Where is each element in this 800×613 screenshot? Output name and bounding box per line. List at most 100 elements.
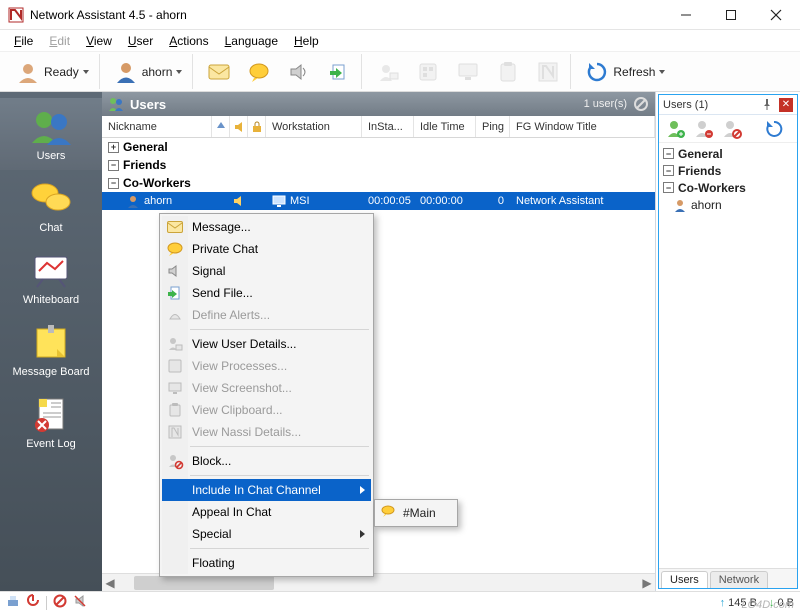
- sb-icon-3[interactable]: [53, 594, 67, 611]
- cm-label: Private Chat: [192, 242, 258, 256]
- tb-clipboard-button[interactable]: [490, 57, 526, 87]
- group-coworkers[interactable]: − Co-Workers: [102, 174, 655, 192]
- cm-private-chat[interactable]: Private Chat: [162, 238, 371, 260]
- submenu-main[interactable]: #Main: [377, 502, 455, 524]
- cm-view-user-details[interactable]: View User Details...: [162, 333, 371, 355]
- envelope-icon: [207, 60, 231, 84]
- nav-whiteboard[interactable]: Whiteboard: [0, 242, 102, 314]
- side-group-label: Co-Workers: [678, 181, 746, 195]
- nav-users[interactable]: Users: [0, 98, 102, 170]
- col-lock-icon[interactable]: [248, 116, 266, 137]
- expand-plus-icon[interactable]: +: [108, 142, 119, 153]
- col-signal-icon[interactable]: [230, 116, 248, 137]
- cell-idle: 00:00:00: [414, 195, 476, 207]
- monitor-icon: [167, 380, 183, 396]
- users-column-header: Nickname Workstation InSta... Idle Time …: [102, 116, 655, 138]
- side-panel-close-button[interactable]: ✕: [779, 98, 793, 112]
- side-refresh-button[interactable]: [763, 118, 785, 140]
- cm-label: Define Alerts...: [192, 308, 270, 322]
- cm-define-alerts: Define Alerts...: [162, 304, 371, 326]
- cm-floating[interactable]: Floating: [162, 552, 371, 574]
- chat-bubble-icon: [167, 241, 183, 257]
- collapse-minus-icon[interactable]: −: [663, 148, 674, 159]
- cm-appeal[interactable]: Appeal In Chat: [162, 501, 371, 523]
- menu-view[interactable]: View: [80, 32, 118, 50]
- tb-signal-button[interactable]: [281, 57, 317, 87]
- col-sort-icon[interactable]: [212, 116, 230, 137]
- tb-nassi-button[interactable]: [530, 57, 566, 87]
- col-ping[interactable]: Ping: [476, 116, 510, 137]
- window-minimize-button[interactable]: [663, 0, 708, 30]
- tab-users[interactable]: Users: [661, 571, 708, 588]
- menu-edit[interactable]: Edit: [43, 32, 76, 50]
- menu-file[interactable]: File: [8, 32, 39, 50]
- col-workstation[interactable]: Workstation: [266, 116, 362, 137]
- side-remove-user-button[interactable]: [693, 118, 715, 140]
- cm-message[interactable]: Message...: [162, 216, 371, 238]
- tb-screenshot-button[interactable]: [450, 57, 486, 87]
- side-block-user-button[interactable]: [721, 118, 743, 140]
- menu-user[interactable]: User: [122, 32, 159, 50]
- user-dropdown[interactable]: ahorn: [108, 57, 189, 87]
- blocked-icon[interactable]: [633, 96, 649, 112]
- collapse-minus-icon[interactable]: −: [663, 182, 674, 193]
- status-dropdown[interactable]: Ready: [10, 57, 95, 87]
- collapse-minus-icon[interactable]: −: [108, 178, 119, 189]
- chat-bubbles-icon: [29, 180, 73, 218]
- col-nickname[interactable]: Nickname: [102, 116, 212, 137]
- scroll-right-icon[interactable]: ▶: [639, 575, 655, 591]
- submenu-arrow-icon: [360, 486, 365, 494]
- sb-icon-1[interactable]: [6, 594, 20, 611]
- menu-actions[interactable]: Actions: [163, 32, 214, 50]
- send-file-icon: [327, 60, 351, 84]
- nav-chat[interactable]: Chat: [0, 170, 102, 242]
- app-icon: [8, 7, 24, 23]
- cm-send-file[interactable]: Send File...: [162, 282, 371, 304]
- side-group-friends[interactable]: −Friends: [659, 162, 797, 179]
- nav-event-log[interactable]: Event Log: [0, 386, 102, 458]
- cm-special[interactable]: Special: [162, 523, 371, 545]
- collapse-minus-icon[interactable]: −: [108, 160, 119, 171]
- menu-language[interactable]: Language: [219, 32, 284, 50]
- window-close-button[interactable]: [753, 0, 798, 30]
- cm-signal[interactable]: Signal: [162, 260, 371, 282]
- tb-private-chat-button[interactable]: [241, 57, 277, 87]
- side-group-general[interactable]: −General: [659, 145, 797, 162]
- tb-processes-button[interactable]: [410, 57, 446, 87]
- user-card-icon: [167, 336, 183, 352]
- col-idle[interactable]: Idle Time: [414, 116, 476, 137]
- sticky-note-icon: [29, 324, 73, 362]
- tb-message-button[interactable]: [201, 57, 237, 87]
- col-fg[interactable]: FG Window Title: [510, 116, 655, 137]
- chat-bubble-icon: [247, 60, 271, 84]
- scroll-left-icon[interactable]: ◀: [102, 575, 118, 591]
- cm-include-channel[interactable]: Include In Chat Channel: [162, 479, 371, 501]
- side-tree[interactable]: −General −Friends −Co-Workers ahorn: [659, 143, 797, 568]
- window-maximize-button[interactable]: [708, 0, 753, 30]
- group-general[interactable]: + General: [102, 138, 655, 156]
- cm-label: View Processes...: [192, 359, 287, 373]
- side-user-ahorn[interactable]: ahorn: [659, 196, 797, 213]
- tab-network[interactable]: Network: [710, 571, 768, 588]
- collapse-minus-icon[interactable]: −: [663, 165, 674, 176]
- side-group-label: Friends: [678, 164, 721, 178]
- monitor-icon: [456, 60, 480, 84]
- pin-icon[interactable]: [761, 98, 775, 112]
- side-add-user-button[interactable]: [665, 118, 687, 140]
- tb-user-details-button[interactable]: [370, 57, 406, 87]
- nav-message-board[interactable]: Message Board: [0, 314, 102, 386]
- group-friends[interactable]: − Friends: [102, 156, 655, 174]
- speaker-icon: [287, 60, 311, 84]
- tb-send-file-button[interactable]: [321, 57, 357, 87]
- sb-icon-2[interactable]: [26, 594, 40, 611]
- process-icon: [167, 358, 183, 374]
- sb-icon-4[interactable]: [73, 594, 87, 611]
- cm-block[interactable]: Block...: [162, 450, 371, 472]
- tb-refresh-button[interactable]: Refresh: [579, 57, 671, 87]
- col-insta[interactable]: InSta...: [362, 116, 414, 137]
- user-row-ahorn[interactable]: ahorn MSI 00:00:05 00:00:00 0 Network As…: [102, 192, 655, 210]
- cm-label: Message...: [192, 220, 251, 234]
- menu-help[interactable]: Help: [288, 32, 325, 50]
- side-group-coworkers[interactable]: −Co-Workers: [659, 179, 797, 196]
- scroll-thumb[interactable]: [134, 576, 274, 590]
